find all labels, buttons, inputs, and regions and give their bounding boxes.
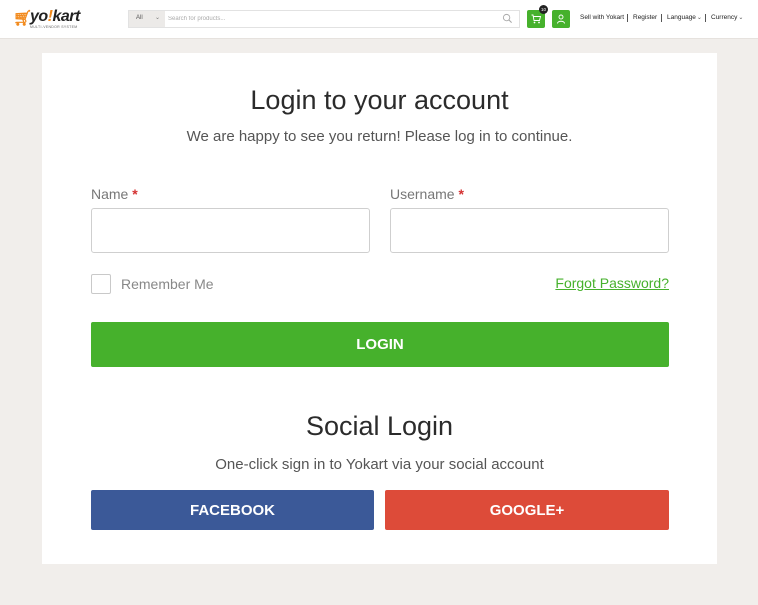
chevron-down-icon: ⌄ [154, 15, 160, 21]
forgot-password-link[interactable]: Forgot Password? [555, 275, 669, 291]
facebook-login-button[interactable]: FACEBOOK [91, 490, 374, 530]
cart-count-badge: 10 [539, 5, 548, 14]
nav-divider [705, 14, 706, 22]
page-subtitle: We are happy to see you return! Please l… [186, 128, 573, 145]
language-dropdown[interactable]: Language⌄ [667, 14, 702, 21]
search-input[interactable] [168, 13, 498, 25]
user-icon [557, 14, 565, 24]
name-label: Name * [91, 186, 138, 202]
username-label: Username * [390, 186, 464, 202]
google-login-button[interactable]: GOOGLE+ [385, 490, 669, 530]
username-field[interactable] [390, 208, 669, 253]
remember-me-checkbox[interactable] [91, 274, 111, 294]
currency-label: Currency [711, 14, 738, 21]
search-category-select[interactable]: All ⌄ [129, 11, 165, 27]
cart-icon [531, 14, 541, 24]
top-header: 🛒︎ yo!kart MULTI-VENDOR SYSTEM All ⌄ 10 … [0, 0, 758, 39]
name-field[interactable] [91, 208, 370, 253]
sell-link[interactable]: Sell with Yokart [580, 14, 624, 21]
login-card: Login to your account We are happy to se… [42, 53, 717, 564]
social-login-subtitle: One-click sign in to Yokart via your soc… [215, 456, 544, 473]
logo-tagline: MULTI-VENDOR SYSTEM [30, 25, 78, 29]
social-login-title: Social Login [305, 411, 454, 441]
register-link[interactable]: Register [633, 14, 657, 21]
logo[interactable]: 🛒︎ yo!kart MULTI-VENDOR SYSTEM [13, 8, 83, 30]
search-icon[interactable] [502, 13, 513, 24]
nav-divider [661, 14, 662, 22]
search-category-value: All [136, 15, 143, 21]
required-mark: * [458, 186, 464, 202]
chevron-down-icon: ⌄ [696, 15, 702, 21]
logo-text: yo!kart [30, 8, 80, 25]
login-button[interactable]: LOGIN [91, 322, 669, 367]
currency-dropdown[interactable]: Currency⌄ [711, 14, 743, 21]
page-title: Login to your account [250, 85, 509, 115]
account-button[interactable] [552, 10, 570, 28]
remember-me-label[interactable]: Remember Me [121, 276, 214, 292]
nav-divider [627, 14, 628, 22]
language-label: Language [667, 14, 696, 21]
search-bar: All ⌄ [128, 10, 520, 28]
required-mark: * [132, 186, 138, 202]
chevron-down-icon: ⌄ [738, 15, 744, 21]
